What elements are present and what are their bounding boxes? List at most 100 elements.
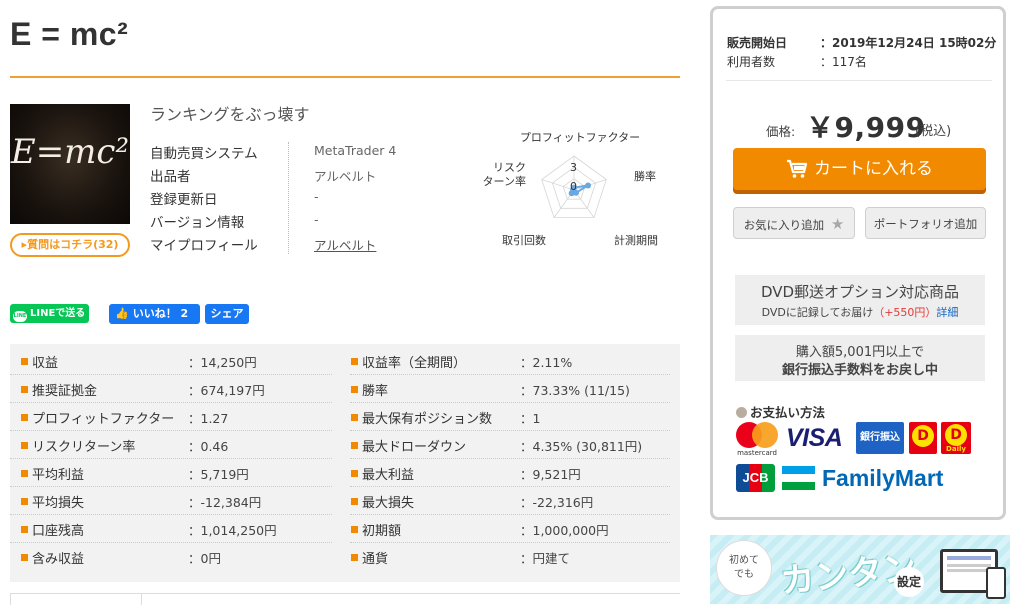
stat-value: ：9,521円 (520, 467, 581, 482)
stats-row: 平均利益 ：5,719円 最大利益 ：9,521円 (10, 459, 680, 487)
info-label: 出品者 (150, 169, 191, 185)
stat-label: リスクリターン率 (32, 440, 136, 455)
familymart-logo: FamilyMart (822, 465, 944, 491)
facebook-share-button[interactable]: シェア (205, 304, 249, 324)
stat-value: ：0円 (188, 551, 221, 566)
info-label: 登録更新日 (150, 192, 218, 208)
bullet-icon (351, 386, 358, 393)
add-favorite-label: お気に入り追加 (743, 218, 825, 232)
facebook-like-button[interactable]: 👍 いいね！ 2 (109, 304, 200, 324)
stat-label: 含み収益 (32, 552, 85, 567)
question-button-label: 質問はコチラ(32) (27, 238, 119, 251)
stat-value: ：674,197円 (188, 383, 265, 398)
payment-methods-title: お支払い方法 (736, 402, 825, 421)
dvd-title: DVD郵送オプション対応商品 (760, 283, 960, 301)
info-row-updated: 登録更新日 - (150, 188, 480, 211)
info-row-version: バージョン情報 - (150, 211, 480, 234)
info-separator (288, 142, 289, 254)
add-to-cart-button[interactable]: カートに入れる (733, 148, 986, 190)
add-to-cart-label: カートに入れる (814, 159, 933, 179)
stat-label: 最大保有ポジション数 (362, 412, 493, 427)
stat-label: 勝率 (362, 384, 389, 399)
payment-methods-label: お支払い方法 (750, 405, 826, 420)
stat-label: 最大損失 (362, 496, 415, 511)
stat-label: 収益 (32, 356, 59, 371)
bullet-icon (21, 554, 28, 561)
stat-value: ：5,719円 (188, 467, 249, 482)
dvd-subtitle: DVDに記録してお届け（+550円）詳細 (735, 304, 985, 320)
radar-label-trades: 取引回数 (502, 233, 546, 247)
line-share-button[interactable]: LINE LINEで送る (10, 304, 89, 323)
stat-label: 口座残高 (32, 524, 85, 539)
users-value: ：117名 (820, 55, 867, 69)
stat-value: ：1.27 (188, 411, 229, 426)
radar-label-risk-line1: リスク (493, 161, 526, 174)
stat-label: 通貨 (362, 552, 389, 567)
stat-value: ：73.33% (11/15) (520, 383, 630, 398)
thumbnail-formula: E=mc² (10, 132, 130, 172)
bullet-icon (21, 358, 28, 365)
price-tax: (税込) (915, 124, 952, 139)
info-label: バージョン情報 (150, 215, 245, 231)
phone-icon (986, 567, 1006, 599)
bank-line-1: 購入額5,001円以上で (795, 345, 925, 360)
seller-profile-link[interactable]: アルベルト (314, 235, 376, 254)
tab-divider (140, 593, 680, 594)
visa-logo: VISA (786, 424, 843, 452)
stat-label: 平均損失 (32, 496, 85, 511)
bullet-icon (21, 442, 28, 449)
stat-label: 初期額 (362, 524, 402, 539)
stats-row: 収益 ：14,250円 収益率（全期間） ：2.11% (10, 347, 680, 375)
add-favorite-button[interactable]: お気に入り追加 ★ (733, 207, 855, 239)
radar-chart: プロフィットファクター 勝率 計測期間 取引回数 リスク ターン率 3 0 (483, 131, 658, 247)
stat-value: ：2.11% (520, 355, 573, 370)
bullet-icon (21, 414, 28, 421)
bullet-icon (351, 498, 358, 505)
stats-row: 含み収益 ：0円 通貨 ：円建て (10, 543, 680, 571)
stat-value: ：4.35% (30,811円) (520, 439, 643, 454)
info-label: マイプロフィール (150, 238, 258, 254)
title-divider (10, 76, 680, 78)
dvd-option-box: DVD郵送オプション対応商品 DVDに記録してお届け（+550円）詳細 (735, 275, 985, 325)
panel-divider (726, 80, 992, 81)
stat-label: 平均利益 (32, 468, 85, 483)
radar-label-period: 計測期間 (614, 233, 658, 247)
info-row-seller: 出品者 アルベルト (150, 165, 480, 188)
mastercard-logo: mastercard (734, 422, 780, 458)
info-row-profile: マイプロフィール アルベルト (150, 234, 480, 257)
daily-logo: D Daily (941, 422, 971, 454)
stat-value: ：円建て (520, 551, 571, 566)
bullet-icon (21, 386, 28, 393)
radar-scale-min: 0 (570, 180, 577, 193)
easy-setup-banner[interactable]: 初めて でも カンタン 設定 (710, 535, 1010, 604)
thumbs-up-icon: 👍 (115, 307, 129, 320)
radar-point-win-rate (585, 182, 592, 189)
product-tagline: ランキングをぶっ壊す (150, 105, 310, 124)
add-portfolio-button[interactable]: ポートフォリオ追加 (865, 207, 986, 239)
sale-start-value: ：2019年12月24日 15時02分 (820, 36, 997, 50)
bullet-icon (351, 526, 358, 533)
dvd-price: （+550円） (873, 306, 937, 319)
banner-setup-badge: 設定 (894, 567, 924, 597)
daily-text: Daily (946, 445, 966, 453)
price-label: 価格: (766, 124, 796, 139)
radar-label-win-rate: 勝率 (634, 169, 656, 183)
info-row-system: 自動売買システム MetaTrader 4 (150, 142, 480, 165)
dvd-sub-text: DVDに記録してお届け (761, 306, 874, 319)
question-button[interactable]: ▸質問はコチラ(32) (10, 233, 130, 257)
product-title: E = mc² (10, 16, 129, 52)
bullet-icon (351, 470, 358, 477)
stat-label: プロフィットファクター (32, 412, 175, 427)
content-tab[interactable] (10, 593, 142, 605)
mastercard-text: mastercard (737, 449, 777, 457)
sale-start-label: 販売開始日 (727, 36, 788, 50)
users-label: 利用者数 (727, 55, 776, 69)
stat-value: ：1 (520, 411, 541, 426)
stat-value: ：0.46 (188, 439, 229, 454)
stats-row: リスクリターン率 ：0.46 最大ドローダウン ：4.35% (30,811円) (10, 431, 680, 459)
star-icon: ★ (830, 215, 845, 233)
bullet-icon (351, 414, 358, 421)
dvd-detail-link[interactable]: 詳細 (936, 306, 958, 319)
daily-yamazaki-logo-1: D (909, 422, 937, 454)
facebook-like-label: いいね！ 2 (132, 307, 189, 320)
